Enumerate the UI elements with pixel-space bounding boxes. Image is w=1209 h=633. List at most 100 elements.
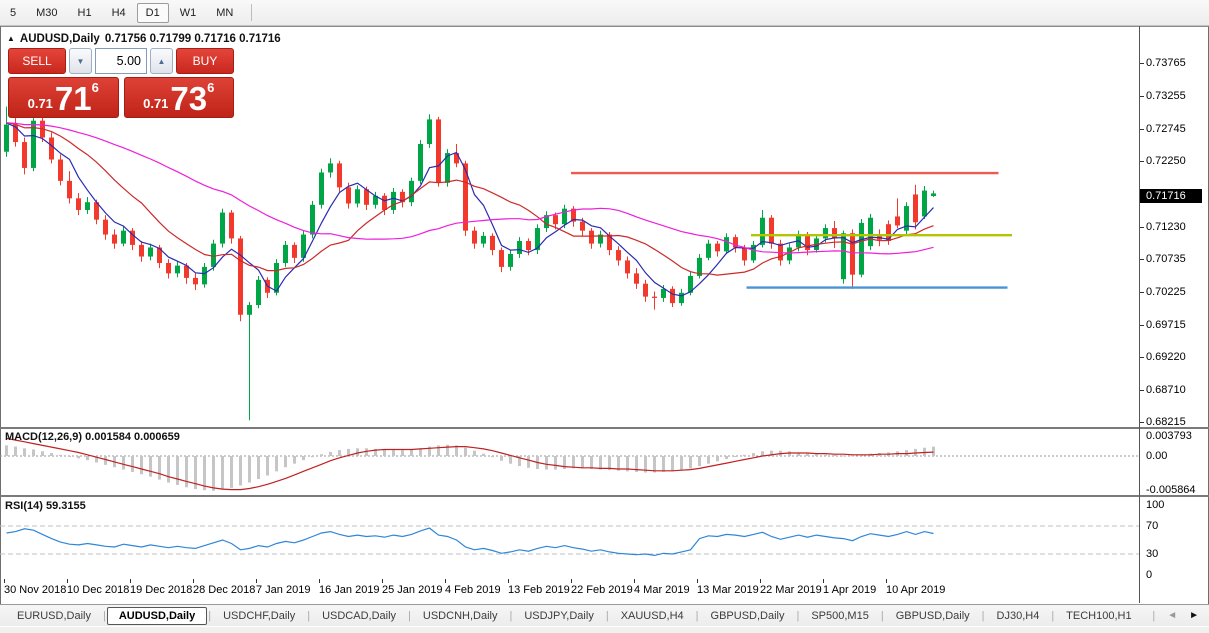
price-axis-label: 0.73255 xyxy=(1146,90,1186,103)
price-axis-label: 0.72250 xyxy=(1146,155,1186,168)
tab-scroll-left-icon[interactable]: ◄ xyxy=(1167,610,1177,621)
chart-ohlc-values: 0.71756 0.71799 0.71716 0.71716 xyxy=(104,33,281,45)
candle-body xyxy=(85,202,90,210)
timeframe-mn[interactable]: MN xyxy=(207,3,242,23)
date-axis-label: 22 Feb 2019 xyxy=(571,584,633,596)
price-axis-tick xyxy=(1140,422,1144,424)
candle-body xyxy=(121,230,126,244)
collapse-chart-icon[interactable]: ▲ xyxy=(7,34,15,43)
candle-body xyxy=(49,137,54,160)
macd-histogram-bar xyxy=(500,456,503,461)
buy-price-main: 73 xyxy=(170,80,208,117)
tab-gbpusd-daily[interactable]: GBPUSD,Daily xyxy=(885,607,981,625)
tab-sp500-m15[interactable]: SP500,M15 xyxy=(800,607,879,625)
tab-usdcad-daily[interactable]: USDCAD,Daily xyxy=(311,607,407,625)
timeframe-h4[interactable]: H4 xyxy=(103,3,135,23)
date-axis-label: 1 Apr 2019 xyxy=(823,584,877,596)
candle-body xyxy=(625,260,630,274)
tab-gbpusd-daily[interactable]: GBPUSD,Daily xyxy=(700,607,796,625)
macd-histogram-bar xyxy=(176,456,179,485)
date-axis-tick xyxy=(697,579,698,583)
candle-body xyxy=(355,189,360,204)
candle-body xyxy=(112,234,117,244)
macd-histogram-bar xyxy=(833,454,836,456)
candle-body xyxy=(481,235,486,244)
macd-histogram-bar xyxy=(185,456,188,488)
timeframe-w1[interactable]: W1 xyxy=(171,3,206,23)
tab-usdjpy-daily[interactable]: USDJPY,Daily xyxy=(513,607,605,625)
macd-histogram-bar xyxy=(824,454,827,456)
candle-body xyxy=(499,250,504,267)
candle-body xyxy=(211,243,216,267)
macd-histogram-bar xyxy=(599,456,602,470)
date-axis-tick xyxy=(508,579,509,583)
macd-axis-label: 0.00 xyxy=(1146,450,1168,462)
tab-dj30-h4[interactable]: DJ30,H4 xyxy=(986,607,1051,625)
macd-histogram-bar xyxy=(932,446,935,456)
candle-body xyxy=(841,233,846,280)
date-axis-label: 13 Mar 2019 xyxy=(697,584,759,596)
rsi-indicator-chart[interactable] xyxy=(0,497,1139,580)
price-axis-label: 0.69220 xyxy=(1146,351,1186,364)
price-axis-tick xyxy=(1140,390,1144,392)
date-axis-tick xyxy=(130,579,131,583)
macd-histogram-bar xyxy=(14,446,17,456)
timeframe-h1[interactable]: H1 xyxy=(69,3,101,23)
tab-usdcnh-daily[interactable]: USDCNH,Daily xyxy=(412,607,509,625)
date-axis-tick xyxy=(823,579,824,583)
chart-tab-bar: EURUSD,Daily | AUDUSD,Daily | USDCHF,Daily | U… xyxy=(0,604,1209,626)
volume-increase-icon[interactable]: ▲ xyxy=(150,48,173,74)
volume-decrease-icon[interactable]: ▼ xyxy=(69,48,92,74)
macd-histogram-bar xyxy=(50,453,53,456)
macd-axis-label: 0.003793 xyxy=(1146,430,1192,442)
tab-scroll-right-icon[interactable]: ► xyxy=(1189,610,1199,621)
date-axis-tick xyxy=(571,579,572,583)
sell-price-display[interactable]: 0.71 71 6 xyxy=(8,77,119,118)
tab-audusd-daily[interactable]: AUDUSD,Daily xyxy=(106,606,208,625)
candle-body xyxy=(418,143,423,181)
candle-body xyxy=(76,198,81,210)
volume-input[interactable]: 5.00 xyxy=(95,48,147,74)
tab-usdchf-daily[interactable]: USDCHF,Daily xyxy=(212,607,306,625)
macd-histogram-bar xyxy=(104,456,107,465)
price-axis-tick xyxy=(1140,292,1144,294)
toolbar-separator xyxy=(251,4,253,21)
macd-histogram-bar xyxy=(275,456,278,472)
candle-body xyxy=(931,193,936,196)
macd-histogram-bar xyxy=(806,453,809,456)
candle-body xyxy=(4,124,9,152)
price-axis-tick xyxy=(1140,161,1144,163)
candle-body xyxy=(670,288,675,304)
timeframe-5[interactable]: 5 xyxy=(1,3,25,23)
price-axis-label: 0.73765 xyxy=(1146,57,1186,70)
macd-histogram-bar xyxy=(545,456,548,470)
macd-histogram-bar xyxy=(590,456,593,469)
tab-eurusd-daily[interactable]: EURUSD,Daily xyxy=(6,607,102,625)
macd-histogram-bar xyxy=(284,456,287,468)
timeframe-d1[interactable]: D1 xyxy=(136,2,169,23)
date-axis-tick xyxy=(445,579,446,583)
date-axis-tick xyxy=(634,579,635,583)
sell-price-pip: 6 xyxy=(91,80,99,95)
candle-body xyxy=(337,163,342,188)
candle-body xyxy=(319,172,324,205)
candle-body xyxy=(652,296,657,298)
candle-body xyxy=(139,244,144,257)
macd-histogram-bar xyxy=(365,448,368,456)
timeframe-m30[interactable]: M30 xyxy=(27,3,66,23)
candle-body xyxy=(103,219,108,235)
tab-tech100-h1[interactable]: TECH100,H1 xyxy=(1055,607,1142,625)
date-axis-tick xyxy=(886,579,887,583)
buy-button[interactable]: BUY xyxy=(176,48,234,74)
candle-body xyxy=(580,221,585,231)
candle-body xyxy=(436,119,441,183)
candle-body xyxy=(328,163,333,173)
sell-button[interactable]: SELL xyxy=(8,48,66,74)
candle-body xyxy=(193,277,198,285)
sell-price-prefix: 0.71 xyxy=(27,96,53,111)
macd-histogram-bar xyxy=(554,456,557,470)
tab-xauusd-h4[interactable]: XAUUSD,H4 xyxy=(610,607,695,625)
macd-histogram-bar xyxy=(698,456,701,467)
buy-price-display[interactable]: 0.71 73 6 xyxy=(123,77,234,118)
macd-histogram-bar xyxy=(41,451,44,456)
